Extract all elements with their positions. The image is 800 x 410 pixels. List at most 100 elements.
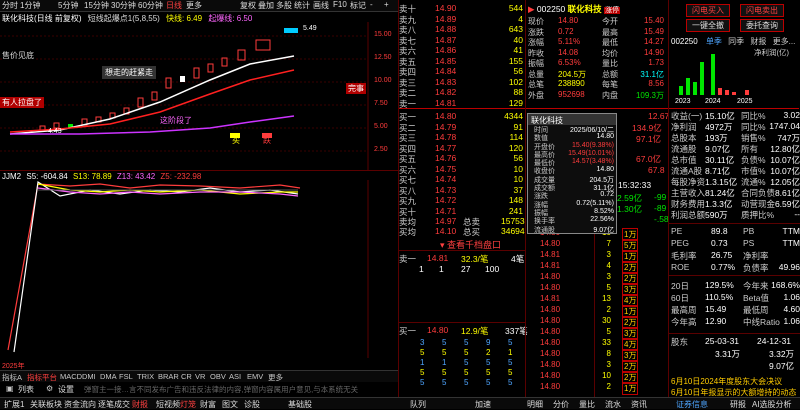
status-right-research[interactable]: 研报 bbox=[730, 399, 746, 410]
period-day[interactable]: 日线 bbox=[166, 0, 182, 11]
bid-row[interactable]: 买五 14.76 56 bbox=[399, 153, 525, 164]
status-right-base[interactable]: 基础股 bbox=[288, 399, 312, 410]
status-right-ai[interactable]: AI选股分析 bbox=[752, 399, 792, 410]
ind-tab-fsl[interactable]: FSL bbox=[119, 372, 133, 381]
ind-tab-obv[interactable]: OBV bbox=[210, 372, 226, 381]
y-tick-2: 12.50 bbox=[374, 54, 392, 61]
status-tab-wealth[interactable]: 财富 bbox=[200, 399, 216, 410]
status-tab-diag[interactable]: 诊股 bbox=[244, 399, 260, 410]
popup-value: 0.72(5.11%) bbox=[576, 199, 614, 207]
quote-row: 总笔 238890 每笔 8.56 bbox=[528, 79, 666, 89]
bid-row[interactable]: 买十 14.71 241 bbox=[399, 206, 525, 217]
fin-tab-report[interactable]: 财报 bbox=[750, 37, 766, 46]
bid-row[interactable]: 买一 14.80 4344 bbox=[399, 111, 525, 122]
order-query-button[interactable]: 委托查询 bbox=[740, 19, 784, 32]
ind-tab-dmi[interactable]: DMI bbox=[82, 372, 96, 381]
popup-value: 8.52% bbox=[594, 207, 614, 215]
flash-buy-button[interactable]: 闪电买入 bbox=[686, 4, 730, 17]
buy-queue-cell: 3 bbox=[420, 338, 425, 347]
bid-row[interactable]: 买四 14.77 120 bbox=[399, 143, 525, 154]
period-more[interactable]: 更多 bbox=[186, 0, 202, 11]
popup-row: 振幅 8.52% bbox=[528, 207, 616, 217]
ind-tab-platform[interactable]: 指标平台 bbox=[27, 372, 57, 383]
ask-price: 14.81 bbox=[435, 97, 457, 108]
bid-row[interactable]: 买八 14.73 37 bbox=[399, 185, 525, 196]
ind-tab-cr[interactable]: CR bbox=[181, 372, 192, 381]
ind-tab-a[interactable]: 指标A bbox=[2, 372, 22, 383]
period-2[interactable]: 1分钟 bbox=[20, 0, 40, 11]
tool-stats[interactable]: 统计 bbox=[294, 0, 310, 11]
kline-chart[interactable] bbox=[0, 22, 398, 170]
ask-row[interactable]: 卖六 14.86 41 bbox=[399, 45, 525, 56]
zoom-in-button[interactable]: + bbox=[384, 0, 389, 9]
fin-tab-more[interactable]: 更多... bbox=[773, 37, 796, 46]
status-right-news[interactable]: 资讯 bbox=[631, 399, 647, 410]
trade-col-divider bbox=[594, 225, 595, 397]
bid-row[interactable]: 买二 14.79 91 bbox=[399, 122, 525, 133]
status-right-ratio[interactable]: 量比 bbox=[579, 399, 595, 410]
tool-multi[interactable]: 多股 bbox=[276, 0, 292, 11]
fin-tab-yoy[interactable]: 同季 bbox=[728, 37, 744, 46]
status-right-detail[interactable]: 明细 bbox=[527, 399, 543, 410]
ind-tab-trix[interactable]: TRIX bbox=[137, 372, 154, 381]
ask-row[interactable]: 卖五 14.85 155 bbox=[399, 56, 525, 67]
fin-tab-quarter[interactable]: 单季 bbox=[706, 37, 722, 46]
period-1[interactable]: 分时 bbox=[2, 0, 18, 11]
period-3[interactable]: 5分钟 bbox=[58, 0, 78, 11]
cancel-all-button[interactable]: 一键全撤 bbox=[686, 19, 730, 32]
ind-tab-dma[interactable]: DMA bbox=[100, 372, 117, 381]
list-button[interactable]: 列表 bbox=[18, 384, 34, 395]
tool-mark[interactable]: 标记 bbox=[350, 0, 366, 11]
data-popup[interactable]: 联化科技 时间 2025/06/10/二 数值 14.80 开盘价 15.40(9.38%… bbox=[527, 113, 617, 234]
bid-row[interactable]: 买三 14.78 114 bbox=[399, 132, 525, 143]
ind-tab-asi[interactable]: ASI bbox=[229, 372, 241, 381]
tool-fuquan[interactable]: 复权 bbox=[240, 0, 256, 11]
trade-price: 14.80 bbox=[540, 360, 561, 369]
status-right-info[interactable]: 证券信息 bbox=[676, 399, 708, 410]
bid-row[interactable]: 买六 14.75 10 bbox=[399, 164, 525, 175]
tool-f10[interactable]: F10 bbox=[333, 0, 347, 9]
quote-code: 002250 bbox=[536, 4, 566, 14]
settings-button[interactable]: 设置 bbox=[58, 384, 74, 395]
ask-row[interactable]: 卖十 14.90 544 bbox=[399, 3, 525, 14]
status-tab-ext[interactable]: 扩展1 bbox=[4, 399, 24, 410]
period-4[interactable]: 15分钟 bbox=[84, 0, 109, 11]
news-headline[interactable]: 6月10日2024年度股东大会决议 bbox=[671, 376, 800, 387]
status-tab-graph[interactable]: 图文 bbox=[222, 399, 238, 410]
ratio-label: 毛利率 bbox=[671, 251, 697, 261]
status-tab-report[interactable]: 财报 bbox=[132, 399, 148, 410]
bid-row[interactable]: 买七 14.74 10 bbox=[399, 174, 525, 185]
status-tab-lantern[interactable]: 灯笼 bbox=[180, 399, 196, 410]
sub-chart[interactable] bbox=[0, 180, 398, 358]
status-right-queue[interactable]: 队列 bbox=[410, 399, 426, 410]
ask-row[interactable]: 卖三 14.83 102 bbox=[399, 77, 525, 88]
ind-tab-macd[interactable]: MACD bbox=[60, 372, 82, 381]
period-6[interactable]: 60分钟 bbox=[138, 0, 163, 11]
sell-queue-head: 卖一 14.81 32.3/笔 4笔 bbox=[399, 253, 525, 264]
period-5[interactable]: 30分钟 bbox=[111, 0, 136, 11]
ask-row[interactable]: 卖一 14.81 129 bbox=[399, 97, 525, 109]
ind-tab-vr[interactable]: VR bbox=[195, 372, 205, 381]
status-tab-video[interactable]: 短视频 bbox=[156, 399, 180, 410]
ask-row[interactable]: 卖八 14.88 643 bbox=[399, 24, 525, 35]
ind-tab-emv[interactable]: EMV bbox=[247, 372, 263, 381]
ask-row[interactable]: 卖七 14.87 40 bbox=[399, 35, 525, 46]
zoom-out-button[interactable]: - bbox=[370, 0, 373, 9]
ask-row[interactable]: 卖九 14.89 4 bbox=[399, 14, 525, 25]
status-right-accel[interactable]: 加速 bbox=[475, 399, 491, 410]
tool-draw[interactable]: 画线 bbox=[313, 0, 329, 11]
stat-value: 129.5% bbox=[705, 280, 734, 290]
ask-row[interactable]: 卖二 14.82 88 bbox=[399, 87, 525, 98]
ind-tab-brar[interactable]: BRAR bbox=[158, 372, 179, 381]
flash-sell-button[interactable]: 闪电卖出 bbox=[740, 4, 784, 17]
status-tab-sector[interactable]: 关联板块 bbox=[30, 399, 62, 410]
status-right-flow[interactable]: 流水 bbox=[605, 399, 621, 410]
fin-row: 总市值 30.11亿 负债% 10.07亿 bbox=[671, 154, 800, 165]
tool-overlay[interactable]: 叠加 bbox=[258, 0, 274, 11]
status-tab-flow[interactable]: 资金流向 bbox=[64, 399, 96, 410]
status-tab-ticks[interactable]: 逐笔成交 bbox=[98, 399, 130, 410]
status-right-price[interactable]: 分价 bbox=[553, 399, 569, 410]
bid-row[interactable]: 买九 14.72 148 bbox=[399, 195, 525, 206]
ask-row[interactable]: 卖四 14.84 56 bbox=[399, 66, 525, 77]
ind-tab-more[interactable]: 更多 bbox=[268, 372, 283, 383]
